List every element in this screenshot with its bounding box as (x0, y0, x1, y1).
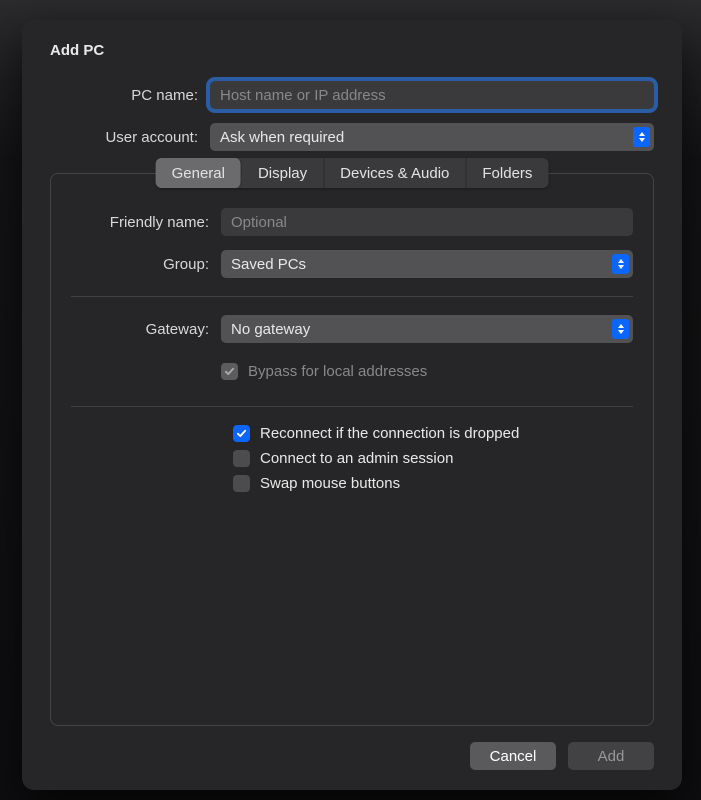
gateway-value: No gateway (231, 321, 310, 338)
add-pc-dialog: Add PC PC name: User account: Ask when r… (22, 20, 682, 790)
gateway-select[interactable]: No gateway (221, 315, 633, 343)
dialog-title: Add PC (50, 42, 654, 59)
check-icon (224, 366, 235, 377)
group-select[interactable]: Saved PCs (221, 250, 633, 278)
divider (71, 296, 633, 297)
swap-mouse-checkbox-label: Swap mouse buttons (260, 475, 400, 492)
pc-name-input[interactable] (210, 81, 654, 109)
chevron-up-down-icon (633, 127, 650, 147)
admin-session-checkbox-label: Connect to an admin session (260, 450, 453, 467)
reconnect-checkbox-label: Reconnect if the connection is dropped (260, 425, 519, 442)
bypass-local-checkbox (221, 363, 238, 380)
group-label: Group: (71, 256, 221, 273)
settings-groupbox: General Display Devices & Audio Folders … (50, 173, 654, 726)
cancel-button[interactable]: Cancel (470, 742, 556, 770)
friendly-name-label: Friendly name: (71, 214, 221, 231)
swap-mouse-checkbox[interactable] (233, 475, 250, 492)
gateway-label: Gateway: (71, 321, 221, 338)
tab-folders[interactable]: Folders (466, 158, 548, 188)
check-icon (236, 428, 247, 439)
tab-general[interactable]: General (156, 158, 242, 188)
chevron-up-down-icon (612, 254, 629, 274)
add-button[interactable]: Add (568, 742, 654, 770)
tab-display[interactable]: Display (242, 158, 324, 188)
friendly-name-input[interactable] (221, 208, 633, 236)
divider (71, 406, 633, 407)
user-account-value: Ask when required (220, 129, 344, 146)
group-value: Saved PCs (231, 256, 306, 273)
tab-devices-audio[interactable]: Devices & Audio (324, 158, 466, 188)
admin-session-checkbox[interactable] (233, 450, 250, 467)
bypass-local-checkbox-label: Bypass for local addresses (248, 363, 427, 380)
chevron-up-down-icon (612, 319, 629, 339)
tab-bar: General Display Devices & Audio Folders (156, 158, 549, 188)
user-account-select[interactable]: Ask when required (210, 123, 654, 151)
dialog-footer: Cancel Add (50, 726, 654, 770)
reconnect-checkbox[interactable] (233, 425, 250, 442)
user-account-label: User account: (50, 129, 210, 146)
pc-name-label: PC name: (50, 87, 210, 104)
